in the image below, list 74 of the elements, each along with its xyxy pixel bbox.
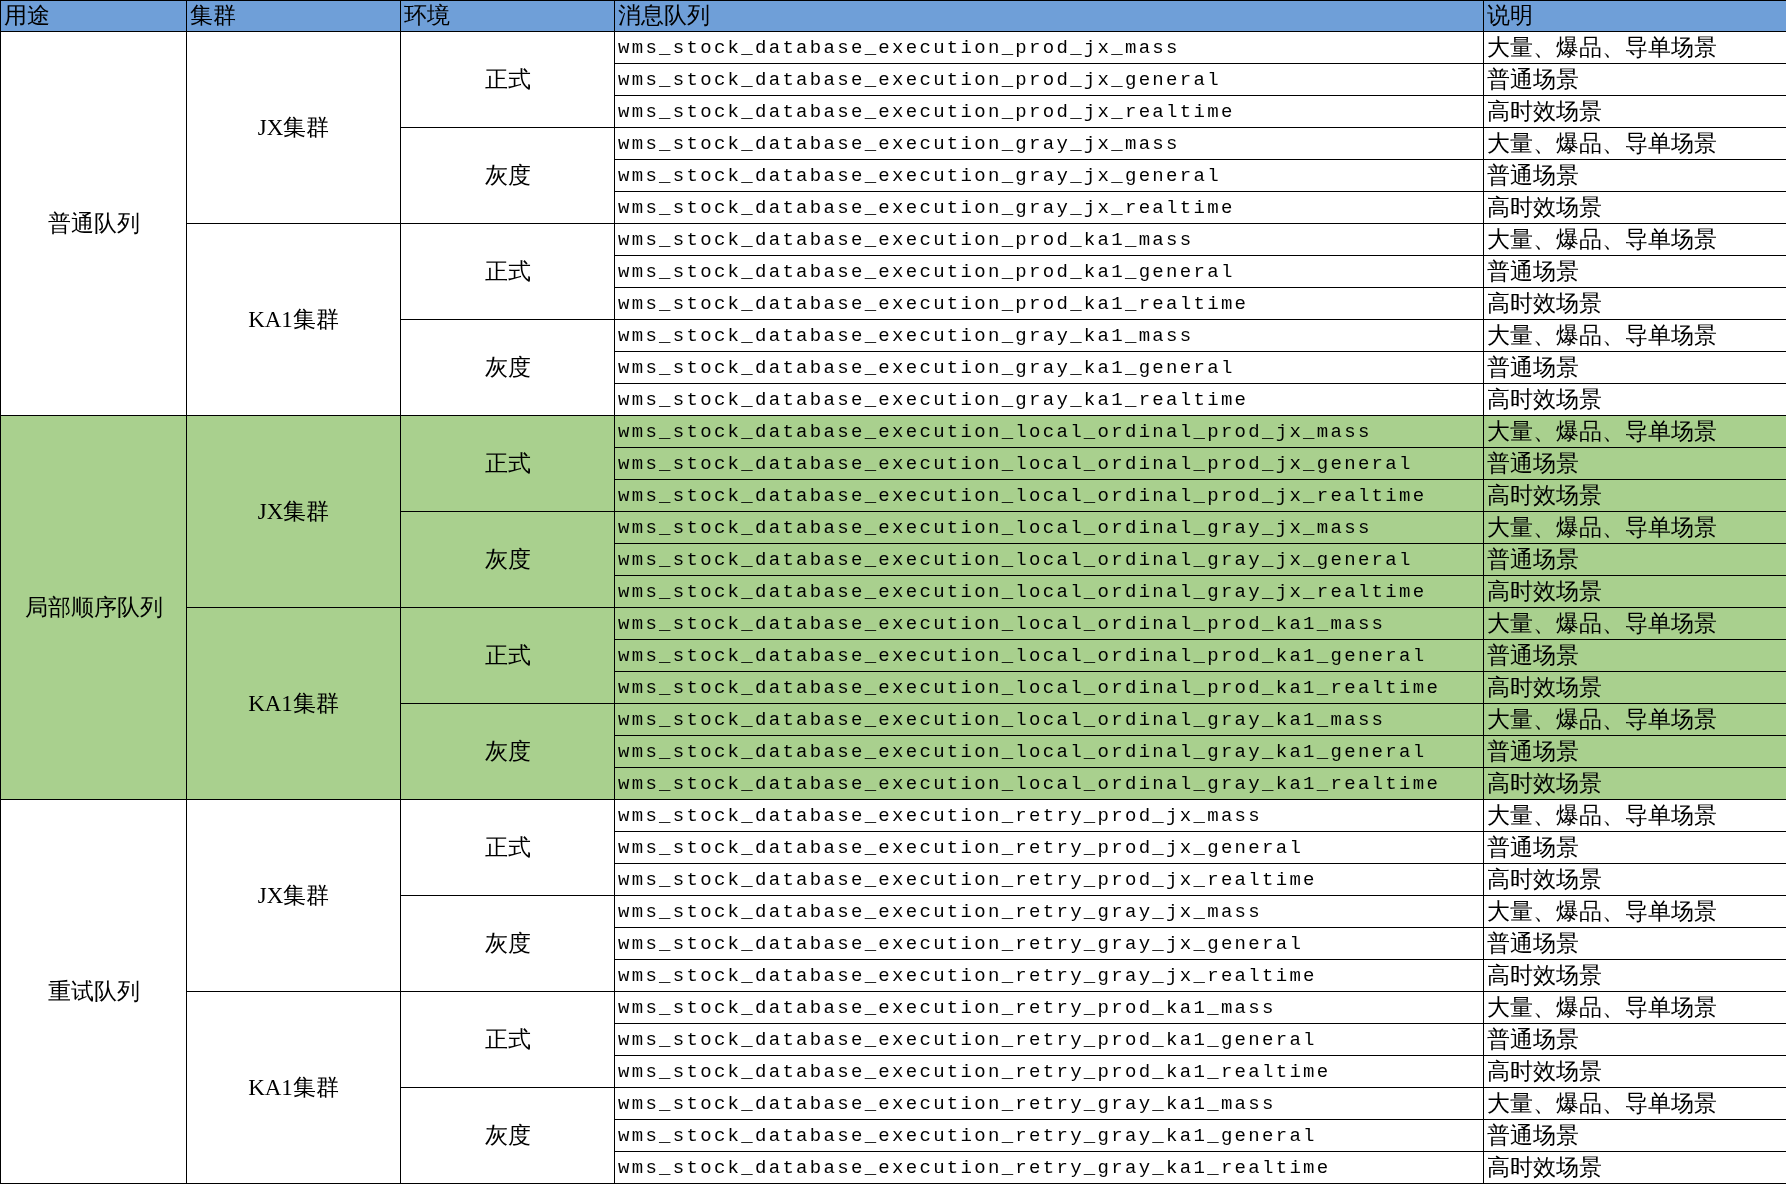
column-header: 用途 — [0, 0, 187, 32]
queue-name-cell: wms_stock_database_execution_prod_ka1_mass — [614, 223, 1484, 256]
queue-name-cell: wms_stock_database_execution_retry_gray_ka1_mass — [614, 1087, 1484, 1120]
environment-cell: 灰度 — [400, 319, 615, 416]
queue-name-cell: wms_stock_database_execution_local_ordinal_prod_jx_mass — [614, 415, 1484, 448]
description-cell: 大量、爆品、导单场景 — [1483, 607, 1786, 640]
queue-name-cell: wms_stock_database_execution_local_ordinal_gray_ka1_realtime — [614, 767, 1484, 800]
environment-cell: 正式 — [400, 223, 615, 320]
description-cell: 普通场景 — [1483, 735, 1786, 768]
queue-name-cell: wms_stock_database_execution_retry_prod_ka1_mass — [614, 991, 1484, 1024]
queue-name-cell: wms_stock_database_execution_retry_prod_jx_realtime — [614, 863, 1484, 896]
queue-name-cell: wms_stock_database_execution_local_ordinal_gray_ka1_mass — [614, 703, 1484, 736]
queue-name-cell: wms_stock_database_execution_gray_ka1_general — [614, 351, 1484, 384]
description-cell: 普通场景 — [1483, 447, 1786, 480]
environment-cell: 正式 — [400, 415, 615, 512]
description-cell: 普通场景 — [1483, 639, 1786, 672]
environment-cell: 灰度 — [400, 511, 615, 608]
environment-cell: 灰度 — [400, 703, 615, 800]
environment-cell: 正式 — [400, 799, 615, 896]
environment-cell: 灰度 — [400, 895, 615, 992]
description-cell: 大量、爆品、导单场景 — [1483, 703, 1786, 736]
queue-name-cell: wms_stock_database_execution_local_ordinal_prod_jx_realtime — [614, 479, 1484, 512]
queue-name-cell: wms_stock_database_execution_retry_prod_jx_general — [614, 831, 1484, 864]
queue-name-cell: wms_stock_database_execution_prod_ka1_realtime — [614, 287, 1484, 320]
environment-cell: 正式 — [400, 607, 615, 704]
queue-name-cell: wms_stock_database_execution_gray_ka1_realtime — [614, 383, 1484, 416]
queue-name-cell: wms_stock_database_execution_prod_ka1_general — [614, 255, 1484, 288]
queue-name-cell: wms_stock_database_execution_local_ordinal_prod_ka1_general — [614, 639, 1484, 672]
description-cell: 大量、爆品、导单场景 — [1483, 511, 1786, 544]
cluster-cell: JX集群 — [186, 799, 401, 992]
environment-cell: 灰度 — [400, 127, 615, 224]
description-cell: 大量、爆品、导单场景 — [1483, 415, 1786, 448]
column-header: 集群 — [186, 0, 401, 32]
column-header: 说明 — [1483, 0, 1786, 32]
queue-name-cell: wms_stock_database_execution_retry_prod_ka1_realtime — [614, 1055, 1484, 1088]
queue-name-cell: wms_stock_database_execution_gray_jx_general — [614, 159, 1484, 192]
queue-name-cell: wms_stock_database_execution_local_ordinal_prod_jx_general — [614, 447, 1484, 480]
queue-name-cell: wms_stock_database_execution_gray_jx_mass — [614, 127, 1484, 160]
environment-cell: 正式 — [400, 31, 615, 128]
environment-cell: 正式 — [400, 991, 615, 1088]
cluster-cell: JX集群 — [186, 31, 401, 224]
queue-name-cell: wms_stock_database_execution_retry_gray_jx_realtime — [614, 959, 1484, 992]
cluster-cell: KA1集群 — [186, 223, 401, 416]
queue-name-cell: wms_stock_database_execution_local_ordinal_prod_ka1_realtime — [614, 671, 1484, 704]
queue-name-cell: wms_stock_database_execution_retry_gray_ka1_general — [614, 1119, 1484, 1152]
queue-name-cell: wms_stock_database_execution_prod_jx_realtime — [614, 95, 1484, 128]
description-cell: 高时效场景 — [1483, 575, 1786, 608]
queue-name-cell: wms_stock_database_execution_retry_prod_jx_mass — [614, 799, 1484, 832]
queue-name-cell: wms_stock_database_execution_gray_jx_realtime — [614, 191, 1484, 224]
queue-name-cell: wms_stock_database_execution_gray_ka1_mass — [614, 319, 1484, 352]
cluster-cell: KA1集群 — [186, 991, 401, 1184]
description-cell: 高时效场景 — [1483, 767, 1786, 800]
environment-cell: 灰度 — [400, 1087, 615, 1184]
purpose-cell: 重试队列 — [0, 799, 187, 1184]
cluster-cell: KA1集群 — [186, 607, 401, 800]
queue-name-cell: wms_stock_database_execution_local_ordinal_gray_jx_realtime — [614, 575, 1484, 608]
queue-name-cell: wms_stock_database_execution_retry_gray_jx_mass — [614, 895, 1484, 928]
queue-name-cell: wms_stock_database_execution_retry_prod_ka1_general — [614, 1023, 1484, 1056]
queue-name-cell: wms_stock_database_execution_prod_jx_general — [614, 63, 1484, 96]
queue-name-cell: wms_stock_database_execution_retry_gray_ka1_realtime — [614, 1151, 1484, 1184]
purpose-cell: 普通队列 — [0, 31, 187, 416]
description-cell: 高时效场景 — [1483, 479, 1786, 512]
queue-name-cell: wms_stock_database_execution_local_ordinal_gray_ka1_general — [614, 735, 1484, 768]
description-cell: 高时效场景 — [1483, 671, 1786, 704]
description-cell: 普通场景 — [1483, 543, 1786, 576]
queue-name-cell: wms_stock_database_execution_local_ordinal_gray_jx_general — [614, 543, 1484, 576]
column-header: 消息队列 — [614, 0, 1484, 32]
queue-name-cell: wms_stock_database_execution_prod_jx_mass — [614, 31, 1484, 64]
queue-name-cell: wms_stock_database_execution_retry_gray_jx_general — [614, 927, 1484, 960]
cluster-cell: JX集群 — [186, 415, 401, 608]
queue-name-cell: wms_stock_database_execution_local_ordinal_prod_ka1_mass — [614, 607, 1484, 640]
purpose-cell: 局部顺序队列 — [0, 415, 187, 800]
column-header: 环境 — [400, 0, 615, 32]
queue-name-cell: wms_stock_database_execution_local_ordinal_gray_jx_mass — [614, 511, 1484, 544]
